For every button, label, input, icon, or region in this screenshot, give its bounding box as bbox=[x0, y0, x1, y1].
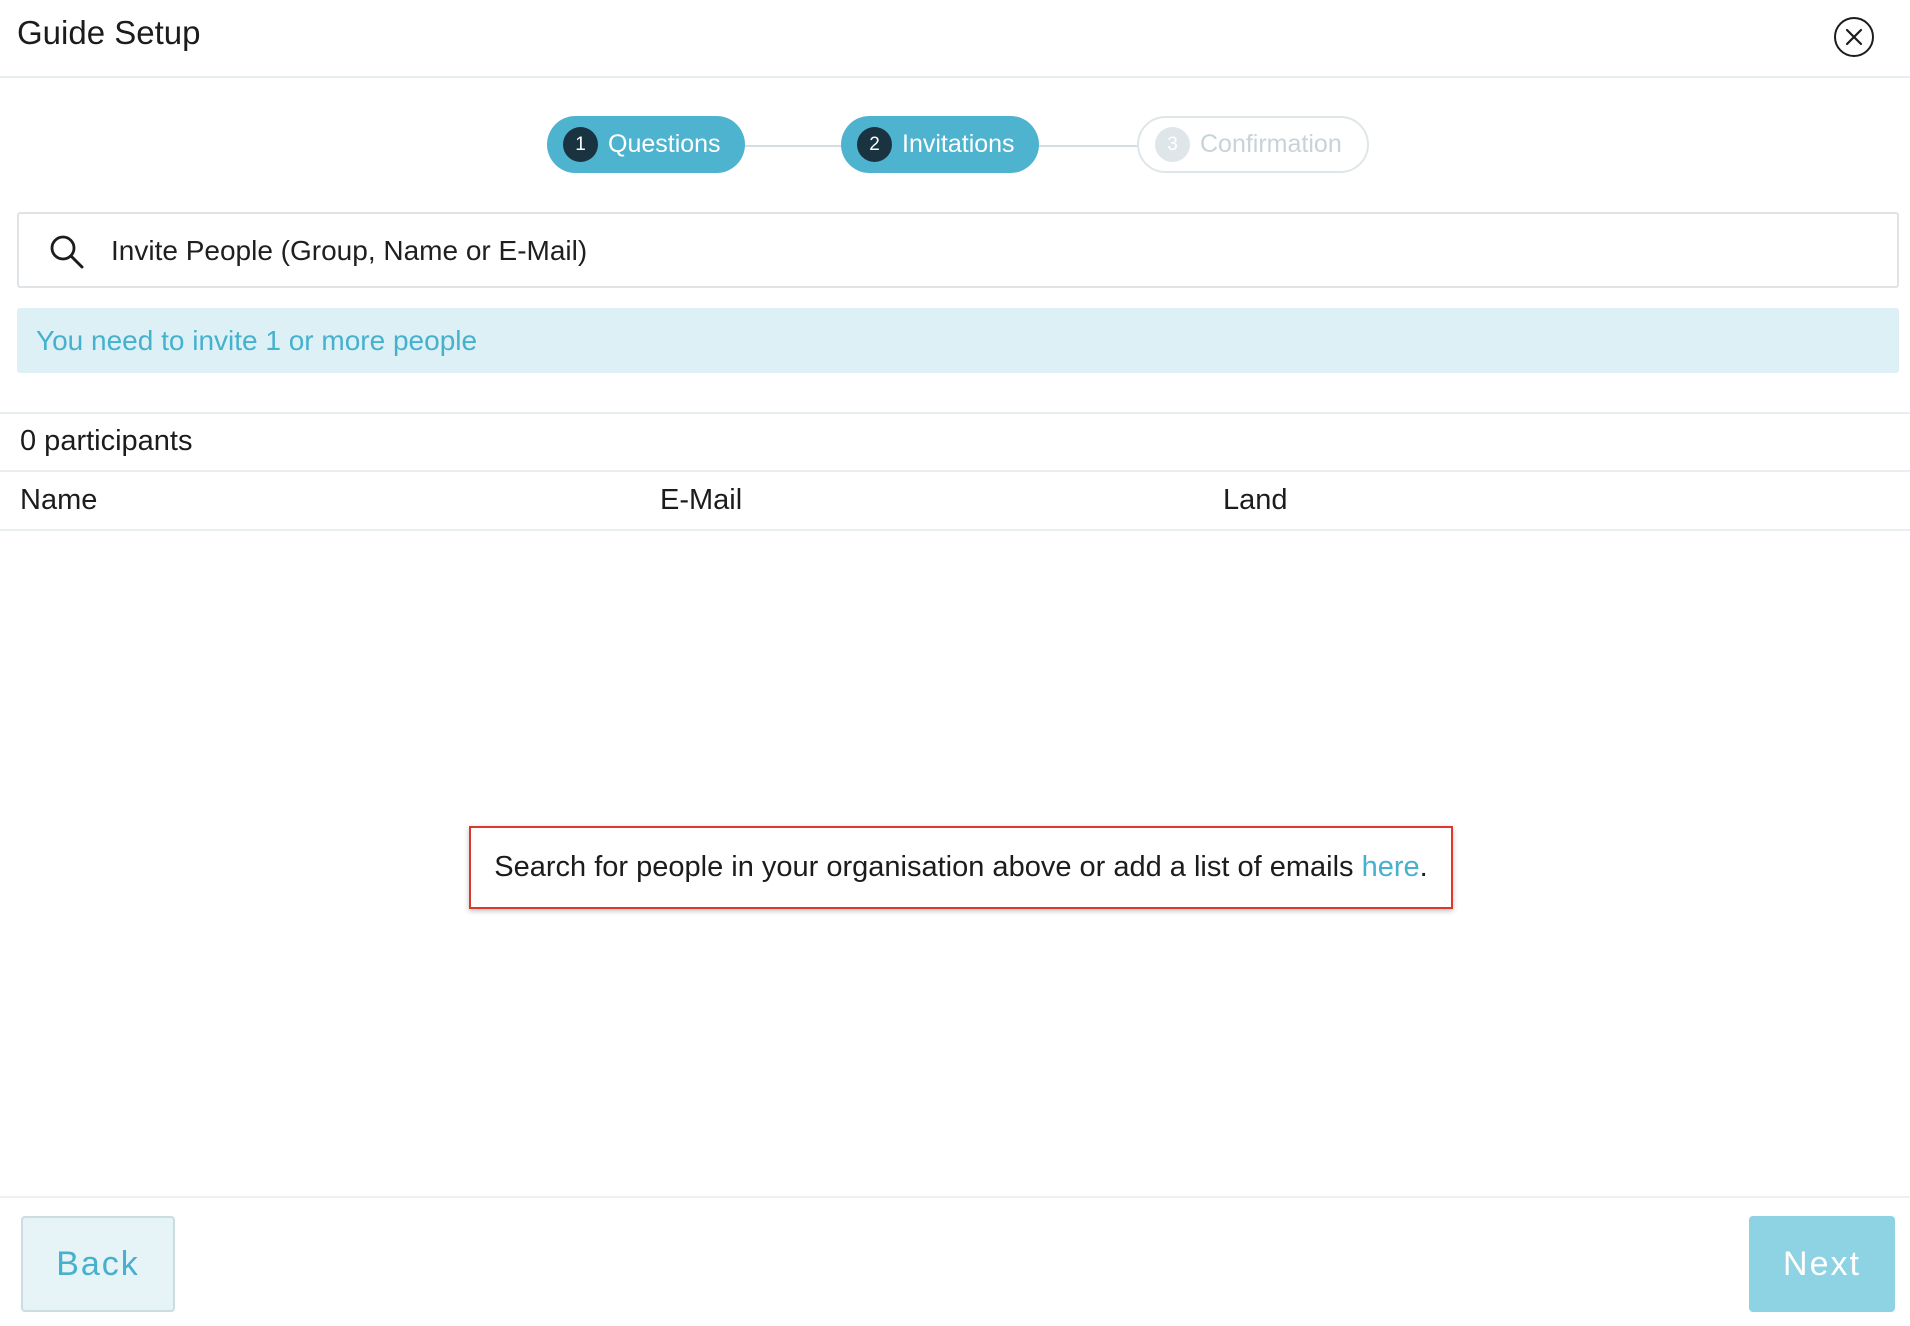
column-header-land[interactable]: Land bbox=[1223, 484, 1288, 517]
invite-search-box[interactable] bbox=[17, 212, 1899, 288]
close-button[interactable] bbox=[1834, 17, 1874, 57]
step-questions[interactable]: 1 Questions bbox=[547, 116, 745, 173]
step-number: 1 bbox=[563, 127, 598, 162]
step-connector bbox=[1038, 145, 1138, 147]
guide-setup-dialog: Guide Setup 1 Questions 2 Invitations 3 … bbox=[0, 0, 1910, 1326]
divider bbox=[0, 470, 1910, 472]
empty-state-suffix: . bbox=[1419, 851, 1428, 883]
close-icon bbox=[1845, 28, 1863, 46]
step-number: 3 bbox=[1155, 127, 1190, 162]
add-emails-link[interactable]: here bbox=[1362, 851, 1420, 884]
dialog-title: Guide Setup bbox=[17, 14, 201, 51]
dialog-header: Guide Setup bbox=[0, 0, 1910, 78]
column-header-email[interactable]: E-Mail bbox=[660, 484, 742, 517]
step-invitations[interactable]: 2 Invitations bbox=[841, 116, 1039, 173]
divider bbox=[0, 412, 1910, 414]
step-number: 2 bbox=[857, 127, 892, 162]
column-header-name[interactable]: Name bbox=[20, 484, 97, 517]
empty-state-text: Search for people in your organisation a… bbox=[494, 851, 1362, 883]
step-confirmation[interactable]: 3 Confirmation bbox=[1137, 116, 1369, 173]
next-button[interactable]: Next bbox=[1749, 1216, 1895, 1312]
invite-search-input[interactable] bbox=[111, 230, 1871, 272]
step-label: Invitations bbox=[902, 130, 1015, 158]
back-button[interactable]: Back bbox=[21, 1216, 175, 1312]
participants-count: 0 participants bbox=[20, 425, 193, 457]
footer-divider bbox=[0, 1196, 1910, 1198]
wizard-stepper: 1 Questions 2 Invitations 3 Confirmation bbox=[0, 116, 1910, 174]
divider bbox=[0, 529, 1910, 531]
search-icon bbox=[50, 235, 84, 269]
step-label: Questions bbox=[608, 130, 721, 158]
step-label: Confirmation bbox=[1200, 130, 1342, 158]
step-connector bbox=[744, 145, 842, 147]
empty-state-message: Search for people in your organisation a… bbox=[469, 826, 1453, 909]
invite-required-alert: You need to invite 1 or more people bbox=[17, 308, 1899, 373]
